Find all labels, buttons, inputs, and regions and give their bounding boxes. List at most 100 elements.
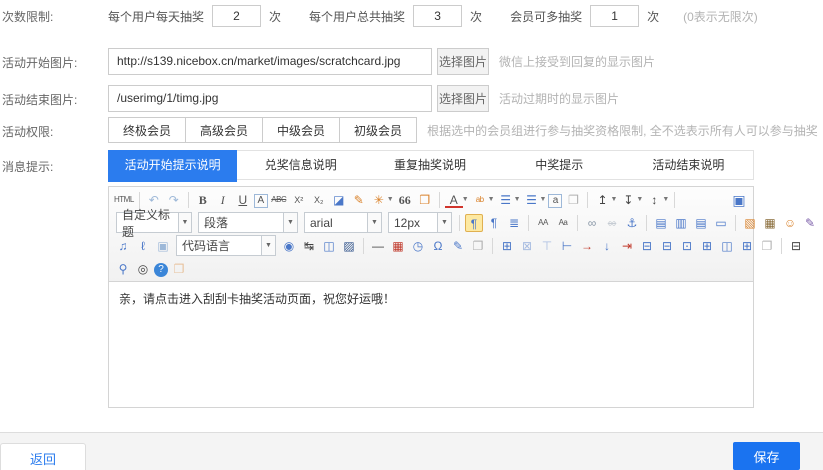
scrawl-icon[interactable]: ✎	[801, 214, 819, 232]
blockquote-icon[interactable]: 66	[396, 191, 414, 209]
line-height-icon[interactable]: ↕	[645, 191, 663, 209]
chevron-down-icon[interactable]: ▼	[387, 196, 394, 203]
merge-cells-icon[interactable]: ⊞	[698, 237, 716, 255]
insert-map-icon[interactable]: ▣	[154, 237, 172, 255]
background-color-icon[interactable]: ▨	[340, 237, 358, 255]
fullscreen-icon[interactable]: ▣	[730, 191, 748, 209]
clear-doc-icon[interactable]: ❐	[564, 191, 582, 209]
chevron-down-icon[interactable]: ▼	[437, 213, 451, 232]
image-float-right-icon[interactable]: ▤	[692, 214, 710, 232]
chevron-down-icon[interactable]: ▼	[514, 196, 521, 203]
member-group-junior-button[interactable]: 初级会员	[339, 117, 417, 143]
horizontal-rule-icon[interactable]: —	[369, 237, 387, 255]
tab-win-tip[interactable]: 中奖提示	[495, 151, 624, 179]
subscript-icon[interactable]: X₂	[310, 191, 328, 209]
superscript-icon[interactable]: X²	[290, 191, 308, 209]
insert-title-row-icon[interactable]: ⊤	[538, 237, 556, 255]
per-day-input[interactable]	[212, 5, 261, 27]
chevron-down-icon[interactable]: ▼	[662, 196, 669, 203]
insert-iframe-icon[interactable]: ◫	[320, 237, 338, 255]
delete-col-icon[interactable]: ⊟	[638, 237, 656, 255]
page-break-icon[interactable]: ↹	[300, 237, 318, 255]
start-image-pick-button[interactable]: 选择图片	[437, 48, 489, 75]
start-image-input[interactable]	[108, 48, 432, 75]
split-row-icon[interactable]: ◫	[718, 237, 736, 255]
unlink-icon[interactable]: ∞	[603, 214, 621, 232]
chevron-down-icon[interactable]: ▼	[283, 213, 297, 232]
delete-row-icon[interactable]: ⇥	[618, 237, 636, 255]
ordered-list-icon[interactable]: ☰	[497, 191, 515, 209]
emotion-icon[interactable]: ☺	[781, 214, 799, 232]
member-group-senior-button[interactable]: 高级会员	[185, 117, 263, 143]
attachment-icon[interactable]: ℓ	[134, 237, 152, 255]
tab-activity-start-tip[interactable]: 活动开始提示说明	[108, 150, 237, 182]
highlight-color-icon[interactable]: ab	[471, 191, 489, 209]
format-painter-icon[interactable]: ✎	[350, 191, 368, 209]
paste-filter-icon[interactable]: ❐	[416, 191, 434, 209]
template-icon[interactable]: ❐	[469, 237, 487, 255]
save-button[interactable]: 保存	[733, 442, 800, 470]
insert-title-col-icon[interactable]: ⊢	[558, 237, 576, 255]
paragraph-spacing-top-icon[interactable]: ↥	[593, 191, 611, 209]
image-float-left-icon[interactable]: ▤	[652, 214, 670, 232]
insert-image-icon[interactable]: ▧	[741, 214, 759, 232]
tab-redeem-info[interactable]: 兑奖信息说明	[236, 151, 365, 179]
entry-ltr-icon[interactable]: ¶	[465, 214, 483, 232]
print-icon[interactable]: ⊟	[787, 237, 805, 255]
link-icon[interactable]: ∞	[583, 214, 601, 232]
member-extra-input[interactable]	[590, 5, 639, 27]
to-uppercase-icon[interactable]: AA	[534, 214, 552, 232]
snippet-icon[interactable]: ❐	[170, 260, 188, 278]
insert-anchor-icon[interactable]: ⚓	[623, 214, 641, 232]
delete-table-icon[interactable]: ⊠	[518, 237, 536, 255]
paragraph-select[interactable]: 段落▼	[198, 212, 298, 233]
chevron-down-icon[interactable]: ▼	[178, 213, 191, 232]
chevron-down-icon[interactable]: ▼	[540, 196, 547, 203]
merge-right-icon[interactable]: ⊟	[658, 237, 676, 255]
auto-typeset-icon[interactable]: ✳	[370, 191, 388, 209]
chevron-down-icon[interactable]: ▼	[610, 196, 617, 203]
insert-formula-icon[interactable]: ✎	[449, 237, 467, 255]
unordered-list-icon[interactable]: ☰	[523, 191, 541, 209]
paragraph-spacing-bottom-icon[interactable]: ↧	[619, 191, 637, 209]
snapshot-icon[interactable]: ◉	[280, 237, 298, 255]
help-icon[interactable]: ?	[154, 263, 168, 277]
editor-content[interactable]: 亲，请点击进入刮刮卡抽奖活动页面，祝您好运哦！	[109, 282, 753, 408]
total-input[interactable]	[413, 5, 462, 27]
preview-icon[interactable]: ⚲	[114, 260, 132, 278]
back-button[interactable]: 返回	[0, 443, 86, 470]
italic-icon[interactable]: I	[214, 191, 232, 209]
anchor-icon[interactable]: a	[548, 194, 562, 208]
bold-icon[interactable]: B	[194, 191, 212, 209]
chevron-down-icon[interactable]: ▼	[636, 196, 643, 203]
insert-date-icon[interactable]: ▦	[389, 237, 407, 255]
font-size-select[interactable]: 12px▼	[388, 212, 452, 233]
doc-new-icon[interactable]: ❐	[758, 237, 776, 255]
image-manager-icon[interactable]: ▦	[761, 214, 779, 232]
to-lowercase-icon[interactable]: Aa	[554, 214, 572, 232]
merge-down-icon[interactable]: ⊡	[678, 237, 696, 255]
insert-time-icon[interactable]: ◷	[409, 237, 427, 255]
image-inline-icon[interactable]: ▭	[712, 214, 730, 232]
underline-icon[interactable]: U	[234, 191, 252, 209]
insert-col-icon[interactable]: ↓	[598, 237, 616, 255]
tab-activity-end[interactable]: 活动结束说明	[624, 151, 753, 179]
end-image-input[interactable]	[108, 85, 432, 112]
custom-title-select[interactable]: 自定义标题▼	[116, 212, 192, 233]
search-replace-icon[interactable]: ◎	[134, 260, 152, 278]
code-language-select[interactable]: 代码语言▼	[176, 235, 276, 256]
format-clear-icon[interactable]: ◪	[330, 191, 348, 209]
member-group-ultimate-button[interactable]: 终极会员	[108, 117, 186, 143]
special-chars-icon[interactable]: Ω	[429, 237, 447, 255]
insert-music-icon[interactable]: ♫	[114, 237, 132, 255]
end-image-pick-button[interactable]: 选择图片	[437, 85, 489, 112]
tab-repeat-draw[interactable]: 重复抽奖说明	[365, 151, 494, 179]
chevron-down-icon[interactable]: ▼	[261, 236, 275, 255]
insert-table-icon[interactable]: ⊞	[498, 237, 516, 255]
chevron-down-icon[interactable]: ▼	[488, 196, 495, 203]
font-family-select[interactable]: arial▼	[304, 212, 382, 233]
strikethrough-icon[interactable]: ABC	[270, 191, 288, 209]
split-col-icon[interactable]: ⊞	[738, 237, 756, 255]
entry-rtl-icon[interactable]: ¶	[485, 214, 503, 232]
insert-row-icon[interactable]: →	[578, 237, 596, 255]
